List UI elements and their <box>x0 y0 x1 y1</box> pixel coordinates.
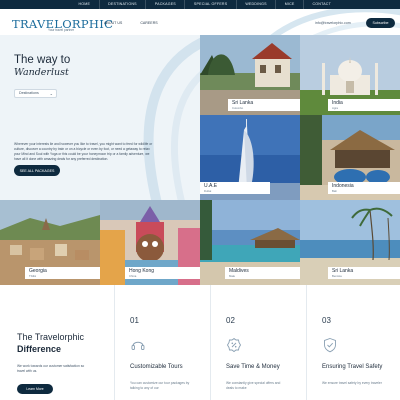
tile-subtitle: Dubai <box>204 189 212 193</box>
hero-subtitle: Wanderlust <box>14 67 69 78</box>
hero-panel: The way to Wanderlust Destinations ⌄ Whe… <box>0 35 200 200</box>
subscribe-button[interactable]: Subscribe <box>366 18 395 28</box>
feature-travel-safety: 03 Ensuring Travel Safety We ensure trav… <box>306 285 400 400</box>
top-nav-weddings[interactable]: WEDDINGS <box>235 0 275 9</box>
tile-subtitle: Male <box>229 274 236 278</box>
top-nav-packages[interactable]: PACKAGES <box>145 0 184 9</box>
tile-subtitle: Bentota <box>332 274 342 278</box>
difference-text: We work towards our customer satisfactio… <box>17 364 85 373</box>
badge-percent-icon <box>226 337 242 353</box>
tile-subtitle: Agra <box>332 106 338 110</box>
top-nav-contact[interactable]: CONTACT <box>303 0 340 9</box>
feature-text: We ensure travel safety by every travele… <box>322 381 382 385</box>
feature-title: Save Time & Money <box>226 364 280 370</box>
tile-label: Hong Kong China <box>125 267 200 279</box>
tile-label: Sri Lanka Colombo <box>228 99 300 111</box>
hero-title: The way to <box>14 54 71 66</box>
feature-save-time-money: 02 Save Time & Money We constantly give … <box>210 285 306 400</box>
hero-swirl-decoration <box>143 37 200 200</box>
header-nav: ABOUT US CAREERS <box>104 21 176 25</box>
hero-description: Wherever your interests lie and however … <box>14 142 153 161</box>
tile-subtitle: China <box>129 274 137 278</box>
tile-subtitle: Bali <box>332 189 337 193</box>
top-nav-mice[interactable]: MICE <box>275 0 303 9</box>
destination-select[interactable]: Destinations ⌄ <box>14 89 57 98</box>
tile-label: Indonesia Bali <box>328 182 400 194</box>
difference-title-line1: The Travelorphic <box>17 332 85 342</box>
destination-select-value: Destinations <box>19 91 39 95</box>
feature-title: Customizable Tours <box>130 364 183 370</box>
header-email[interactable]: info@travelorphic.com <box>315 21 351 25</box>
feature-text: You can customize our tour packages by t… <box>130 381 190 390</box>
top-nav-destinations[interactable]: DESTINATIONS <box>98 0 146 9</box>
destination-tile-uae[interactable]: U.A.E Dubai <box>200 115 300 200</box>
learn-more-button[interactable]: Learn More <box>17 384 53 394</box>
tile-label: India Agra <box>328 99 400 111</box>
chevron-down-icon: ⌄ <box>49 91 53 96</box>
top-bar: HOME DESTINATIONS PACKAGES SPECIAL OFFER… <box>0 0 400 9</box>
headset-icon <box>131 341 145 350</box>
top-nav-home[interactable]: HOME <box>70 0 99 9</box>
destination-tile-sri-lanka-colombo[interactable]: Sri Lanka Colombo <box>200 35 300 115</box>
destination-tile-hong-kong[interactable]: Hong Kong China <box>100 200 200 285</box>
nav-careers[interactable]: CAREERS <box>140 21 157 25</box>
site-logo[interactable]: TRAVELORPHIC Your travel partner <box>12 15 113 33</box>
destination-tile-sri-lanka-bentota[interactable]: Sri Lanka Bentota <box>300 200 400 285</box>
feature-number: 03 <box>322 316 331 325</box>
logo-tagline: Your travel partner <box>48 28 75 32</box>
top-nav: HOME DESTINATIONS PACKAGES SPECIAL OFFER… <box>70 0 340 9</box>
tile-subtitle: Tbilisi <box>29 274 37 278</box>
feature-title: Ensuring Travel Safety <box>322 364 383 370</box>
destination-tile-india[interactable]: India Agra <box>300 35 400 115</box>
destination-tile-georgia[interactable]: Georgia Tbilisi <box>0 200 100 285</box>
destination-tile-maldives[interactable]: Maldives Male <box>200 200 300 285</box>
top-nav-special-offers[interactable]: SPECIAL OFFERS <box>184 0 235 9</box>
see-all-packages-button[interactable]: SEE ALL PACKAGES <box>14 165 60 176</box>
shield-icon <box>324 338 336 353</box>
site-header: TRAVELORPHIC Your travel partner ABOUT U… <box>0 9 400 35</box>
tile-label: Sri Lanka Bentota <box>328 267 400 279</box>
tile-label: Georgia Tbilisi <box>25 267 100 279</box>
feature-text: We constantly give special offers and de… <box>226 381 281 390</box>
difference-title-line2: Difference <box>17 344 62 354</box>
destination-tile-indonesia[interactable]: Indonesia Bali <box>300 115 400 200</box>
nav-about-us[interactable]: ABOUT US <box>104 21 122 25</box>
feature-number: 01 <box>130 316 139 325</box>
tile-subtitle: Colombo <box>232 106 244 110</box>
difference-section: The Travelorphic Difference We work towa… <box>0 285 400 400</box>
feature-customizable-tours: 01 Customizable Tours You can customize … <box>114 285 210 400</box>
feature-number: 02 <box>226 316 235 325</box>
tile-label: U.A.E Dubai <box>200 182 270 194</box>
tile-label: Maldives Male <box>225 267 300 279</box>
